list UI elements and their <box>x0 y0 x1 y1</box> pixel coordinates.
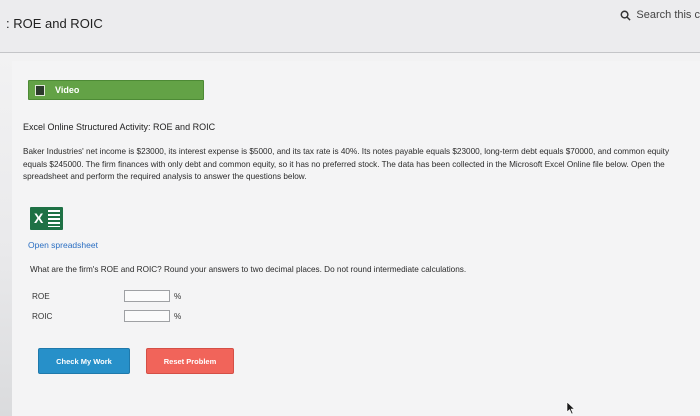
top-bar: Search this c : ROE and ROIC <box>0 0 700 53</box>
video-button[interactable]: Video <box>28 80 204 100</box>
activity-title: Excel Online Structured Activity: ROE an… <box>23 122 216 132</box>
roic-input[interactable] <box>124 310 170 322</box>
roe-label: ROE <box>32 292 50 301</box>
search-icon <box>620 10 632 21</box>
roe-input[interactable] <box>124 290 170 302</box>
roic-percent-sign: % <box>174 312 182 321</box>
open-spreadsheet-link[interactable]: Open spreadsheet <box>28 240 98 250</box>
excel-icon[interactable]: X <box>30 207 63 230</box>
reset-problem-button[interactable]: Reset Problem <box>146 348 234 374</box>
video-label: Video <box>55 85 80 95</box>
search-label: Search this c <box>636 9 700 21</box>
problem-description: Baker Industries' net income is $23000, … <box>23 147 670 181</box>
search-box[interactable]: Search this c <box>620 6 700 24</box>
page-title: : ROE and ROIC <box>6 16 103 31</box>
video-icon <box>35 84 45 96</box>
question-text: What are the firm's ROE and ROIC? Round … <box>30 265 467 274</box>
check-my-work-button[interactable]: Check My Work <box>38 348 130 374</box>
roe-percent-sign: % <box>174 292 182 301</box>
roic-label: ROIC <box>32 312 53 321</box>
mouse-cursor-icon <box>566 401 576 415</box>
